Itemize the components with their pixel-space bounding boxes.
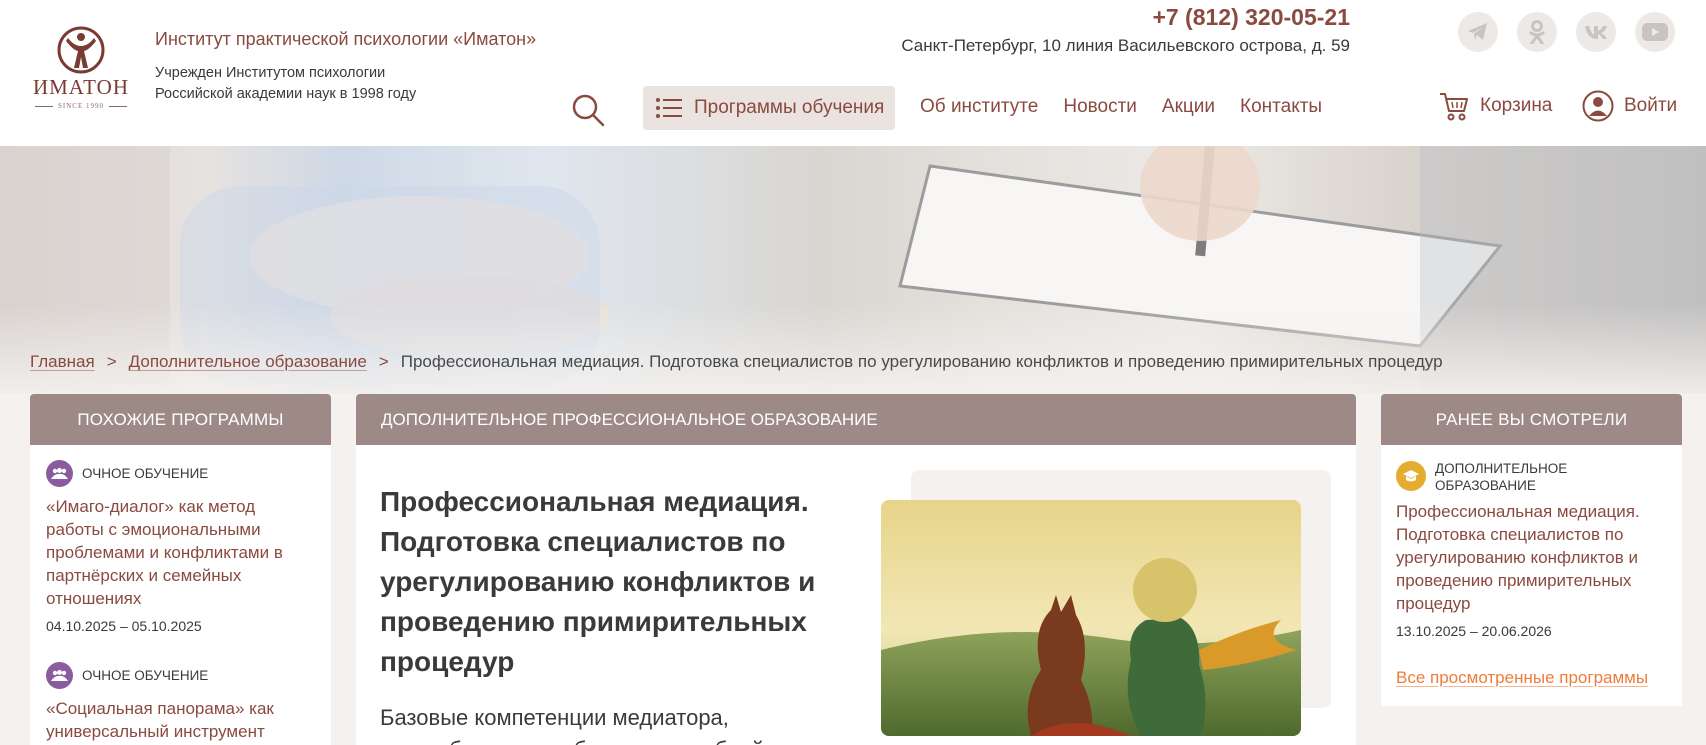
recent-program-title-link[interactable]: Профессиональная медиация. Подготовка сп… (1396, 500, 1668, 615)
program-dates: 04.10.2025 – 05.10.2025 (46, 618, 202, 634)
graduation-cap-icon (1396, 461, 1426, 491)
breadcrumb-separator: > (378, 352, 389, 371)
login-label: Войти (1624, 95, 1678, 116)
recently-viewed-item[interactable]: ДОПОЛНИТЕЛЬНОЕ ОБРАЗОВАНИЕ Профессиональ… (1396, 460, 1668, 639)
programs-button[interactable]: Программы обучения (643, 86, 895, 130)
recently-viewed-panel: РАНЕЕ ВЫ СМОТРЕЛИ ДОПОЛНИТЕЛЬНОЕ ОБРАЗОВ… (1381, 394, 1682, 706)
program-image (881, 500, 1301, 736)
program-main-panel: ДОПОЛНИТЕЛЬНОЕ ПРОФЕССИОНАЛЬНОЕ ОБРАЗОВА… (356, 394, 1356, 745)
recently-viewed-heading: РАНЕЕ ВЫ СМОТРЕЛИ (1381, 394, 1682, 445)
cart-button[interactable]: Корзина (1438, 90, 1552, 122)
program-type: ОЧНОЕ ОБУЧЕНИЕ (46, 460, 316, 487)
youtube-icon[interactable] (1635, 12, 1675, 52)
breadcrumb-section[interactable]: Дополнительное образование (129, 352, 367, 372)
similar-programs-panel: ПОХОЖИЕ ПРОГРАММЫ ОЧНОЕ ОБУЧЕНИЕ «Имаго-… (30, 394, 331, 745)
program-title-link[interactable]: «Имаго-диалог» как метод работы с эмоцио… (46, 495, 316, 610)
phone-number[interactable]: +7 (812) 320-05-21 (1152, 4, 1350, 31)
nav-contacts[interactable]: Контакты (1240, 96, 1322, 118)
cart-label: Корзина (1480, 95, 1553, 116)
logo-since: SINCE 1990 (28, 102, 134, 110)
cart-icon (1440, 93, 1468, 121)
breadcrumb-current: Профессиональная медиация. Подготовка сп… (400, 352, 1443, 371)
logo-emblem-icon (57, 26, 105, 74)
group-icon (46, 460, 73, 487)
recent-program-dates: 13.10.2025 – 20.06.2026 (1396, 623, 1552, 639)
program-type: ОЧНОЕ ОБУЧЕНИЕ (46, 662, 316, 689)
telegram-icon[interactable] (1458, 12, 1498, 52)
program-description: Базовые компетенции медиатора, востребов… (380, 705, 764, 745)
hero-fade (0, 304, 1706, 394)
site-header: ИМАТОН SINCE 1990 Институт практической … (0, 0, 1706, 146)
nav-promotions[interactable]: Акции (1162, 96, 1215, 118)
social-links (1458, 12, 1675, 52)
programs-label: Программы обучения (694, 97, 885, 118)
nav-about[interactable]: Об институте (920, 96, 1038, 118)
similar-program-item[interactable]: ОЧНОЕ ОБУЧЕНИЕ «Социальная панорама» как… (46, 662, 316, 743)
similar-program-item[interactable]: ОЧНОЕ ОБУЧЕНИЕ «Имаго-диалог» как метод … (46, 460, 316, 634)
all-viewed-programs-link[interactable]: Все просмотренные программы (1396, 668, 1648, 688)
program-type-label: ОЧНОЕ ОБУЧЕНИЕ (82, 466, 209, 481)
program-type-label: ОЧНОЕ ОБУЧЕНИЕ (82, 668, 209, 683)
program-type-label: ДОПОЛНИТЕЛЬНОЕ ОБРАЗОВАНИЕ (1435, 461, 1568, 493)
address: Санкт-Петербург, 10 линия Васильевского … (901, 36, 1350, 55)
program-category: ДОПОЛНИТЕЛЬНОЕ ПРОФЕССИОНАЛЬНОЕ ОБРАЗОВА… (356, 394, 1356, 445)
institute-name: Институт практической психологии «Иматон… (155, 29, 537, 49)
breadcrumb-home[interactable]: Главная (30, 352, 95, 372)
nav-news[interactable]: Новости (1063, 96, 1137, 118)
breadcrumb-separator: > (106, 352, 117, 371)
login-button[interactable]: Войти (1582, 90, 1677, 122)
search-icon[interactable] (570, 92, 606, 128)
program-title: Профессиональная медиация. Подготовка сп… (380, 486, 816, 677)
site-logo[interactable]: ИМАТОН SINCE 1990 (28, 24, 134, 114)
list-icon (656, 98, 682, 118)
vk-icon[interactable] (1576, 12, 1616, 52)
logo-text: ИМАТОН (32, 75, 130, 99)
user-icon (1582, 90, 1614, 122)
breadcrumb: Главная > Дополнительное образование > П… (30, 352, 1443, 372)
similar-programs-heading: ПОХОЖИЕ ПРОГРАММЫ (30, 394, 331, 445)
main-nav: Об институте Новости Акции Контакты (920, 96, 1322, 118)
group-icon (46, 662, 73, 689)
institute-subtitle: Учрежден Институтом психологии Российско… (155, 65, 417, 102)
program-title-link[interactable]: «Социальная панорама» как универсальный … (46, 697, 316, 743)
odnoklassniki-icon[interactable] (1517, 12, 1557, 52)
program-type: ДОПОЛНИТЕЛЬНОЕ ОБРАЗОВАНИЕ (1396, 460, 1668, 494)
